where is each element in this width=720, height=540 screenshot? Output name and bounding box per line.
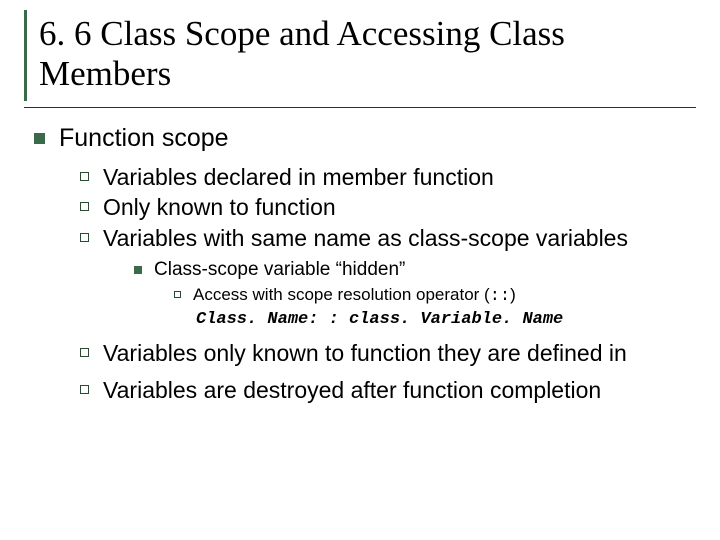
hollow-square-bullet-icon — [174, 291, 181, 298]
list-item-label: Function scope — [59, 124, 229, 153]
code-example: Class. Name: : class. Variable. Name — [196, 310, 696, 329]
list-item-label: Variables are destroyed after function c… — [103, 376, 601, 405]
list-item: Variables only known to function they ar… — [80, 339, 696, 368]
title-underline — [24, 107, 696, 108]
list-item: Function scope — [34, 124, 696, 153]
list-item-label: Variables declared in member function — [103, 163, 494, 192]
list-item-label: Only known to function — [103, 193, 336, 222]
slide: 6. 6 Class Scope and Accessing Class Mem… — [0, 0, 720, 540]
hollow-square-bullet-icon — [80, 172, 89, 181]
list-item: Variables are destroyed after function c… — [80, 376, 696, 405]
hollow-square-bullet-icon — [80, 233, 89, 242]
hollow-square-bullet-icon — [80, 385, 89, 394]
hollow-square-bullet-icon — [80, 202, 89, 211]
list-item: Access with scope resolution operator (:… — [174, 285, 696, 306]
square-bullet-icon — [134, 266, 142, 274]
list-item-label: Access with scope resolution operator (:… — [193, 285, 516, 306]
hollow-square-bullet-icon — [80, 348, 89, 357]
list-item: Class-scope variable “hidden” — [134, 259, 696, 281]
list-item-label: Variables with same name as class-scope … — [103, 224, 628, 253]
code-inline: :: — [490, 287, 510, 306]
square-bullet-icon — [34, 133, 45, 144]
list-item: Variables declared in member function — [80, 163, 696, 192]
list-item-label: Variables only known to function they ar… — [103, 339, 627, 368]
list-item: Variables with same name as class-scope … — [80, 224, 696, 253]
list-item-label: Class-scope variable “hidden” — [154, 259, 405, 281]
title-accent-bar: 6. 6 Class Scope and Accessing Class Mem… — [24, 10, 696, 101]
text-fragment: Access with scope resolution operator ( — [193, 285, 490, 304]
slide-title: 6. 6 Class Scope and Accessing Class Mem… — [39, 14, 696, 95]
text-fragment: ) — [510, 285, 516, 304]
list-item: Only known to function — [80, 193, 696, 222]
